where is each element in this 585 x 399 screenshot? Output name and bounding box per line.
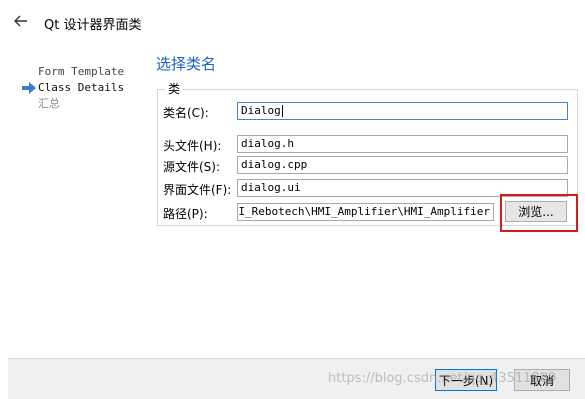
text-caret: [281, 105, 283, 117]
step-class-details: Class Details: [38, 81, 125, 94]
source-file-label: 源文件(S):: [163, 160, 221, 174]
group-title: 类: [165, 80, 184, 97]
window-title: Qt 设计器界面类: [44, 18, 142, 33]
current-step-arrow-icon: [22, 82, 36, 94]
back-arrow-icon[interactable]: [12, 12, 30, 30]
wizard-steps: Form Template Class Details 汇总: [38, 64, 124, 112]
watermark: https://blog.csdn.net/qq_43511889: [328, 371, 557, 386]
source-file-input[interactable]: dialog.cpp: [237, 156, 568, 174]
header-file-input[interactable]: dialog.h: [237, 135, 568, 153]
page-title: 选择类名: [156, 55, 217, 73]
step-form-template: Form Template: [38, 65, 125, 78]
header-file-label: 头文件(H):: [163, 139, 222, 153]
path-label: 路径(P):: [163, 207, 208, 221]
class-name-input[interactable]: Dialog: [237, 102, 568, 120]
step-summary: 汇总: [38, 97, 60, 110]
path-input[interactable]: E:\HMI_Rebotech\HMI_Amplifier\HMI_Amplif…: [237, 203, 494, 221]
form-file-label: 界面文件(F):: [163, 183, 232, 197]
browse-button[interactable]: 浏览...: [505, 201, 567, 222]
class-name-label: 类名(C):: [163, 106, 209, 120]
